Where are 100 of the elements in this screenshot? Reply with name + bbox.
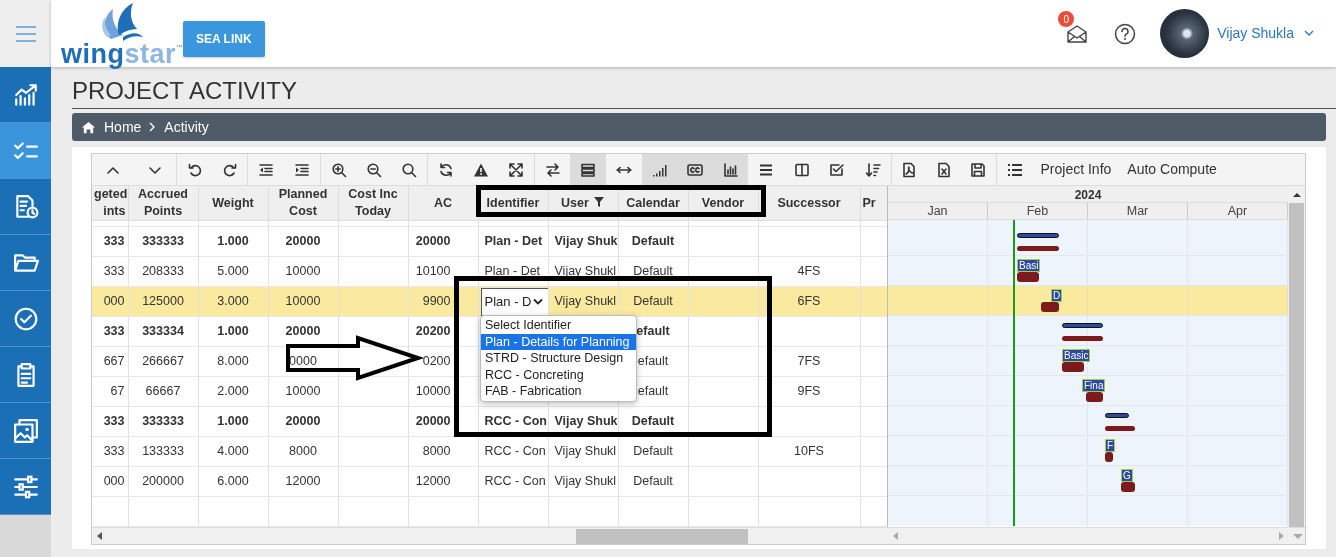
column-header[interactable]: Cost Inc Today xyxy=(338,186,408,221)
column-header[interactable]: User xyxy=(561,195,589,210)
summary-bar xyxy=(1017,233,1059,238)
page-title: PROJECT ACTIVITY xyxy=(72,76,1336,109)
table-cell: 6.000 xyxy=(198,466,268,497)
table-cell: 5.000 xyxy=(198,256,268,287)
toolbar-button[interactable]: Auto Compute xyxy=(1119,154,1225,185)
breadcrumb-link[interactable]: Activity xyxy=(164,116,209,138)
table-cell: 1.000 xyxy=(198,406,268,437)
task-bar[interactable]: Basic xyxy=(1062,349,1091,362)
baseline-bar xyxy=(1105,426,1135,431)
outdent-icon xyxy=(258,161,274,178)
table-cell: 10000 xyxy=(268,376,338,407)
table-cell: 1.000 xyxy=(198,226,268,257)
column-header[interactable]: geted ints xyxy=(92,186,128,221)
table-cell: 20000 xyxy=(408,226,478,257)
sidebar-item[interactable] xyxy=(0,459,51,515)
table-cell: 10100 xyxy=(408,256,478,287)
table-cell: 125000 xyxy=(128,286,198,317)
table-cell: 000 xyxy=(92,466,128,497)
month-label: Feb xyxy=(988,203,1088,219)
home-icon[interactable] xyxy=(81,119,96,135)
task-bar[interactable]: D xyxy=(1051,289,1063,302)
mail-icon[interactable] xyxy=(1066,23,1089,44)
sidebar-item[interactable] xyxy=(0,347,51,403)
table-cell: 200000 xyxy=(128,466,198,497)
notification-badge: 0 xyxy=(1058,11,1075,27)
toolbar-button[interactable]: Project Info xyxy=(1032,154,1120,185)
table-cell: Default xyxy=(618,436,688,467)
task-bar[interactable]: G xyxy=(1121,469,1133,482)
scrollbar-thumb[interactable] xyxy=(1289,203,1304,527)
scrollbar-thumb[interactable] xyxy=(576,529,748,544)
user-name[interactable]: Vijay Shukla xyxy=(1217,23,1294,44)
table-row[interactable]: 333 333333 1.000 20000 20000 RCC - Con Vijay Shuk Default xyxy=(92,406,887,437)
caret-icon[interactable] xyxy=(1304,30,1314,37)
logo-text: wingstar$^{™}$ xyxy=(61,41,184,68)
summary-bar xyxy=(1105,413,1129,418)
table-row[interactable]: 000 125000 3.000 10000 9900 Plan - D Vijay Shukl Default 6FS xyxy=(92,286,887,317)
avatar[interactable] xyxy=(1160,9,1210,58)
table-cell: Default xyxy=(618,406,688,437)
filter-icon[interactable] xyxy=(592,195,605,208)
table-cell: Vijay Shukl xyxy=(548,436,618,467)
bar-chart-icon xyxy=(722,161,739,178)
dropdown-option[interactable]: Plan - Details for Planning xyxy=(481,333,636,350)
column-header[interactable]: Planned Cost xyxy=(268,186,338,221)
table-cell: 20000 xyxy=(268,406,338,437)
task-bar[interactable]: Basi xyxy=(1017,259,1041,272)
table-cell: 2.000 xyxy=(198,376,268,407)
check-circle-icon xyxy=(12,305,39,332)
table-row[interactable]: 333 333333 1.000 20000 20000 Plan - Det Vijay Shuk Default xyxy=(92,226,887,257)
table-row[interactable]: 000 200000 6.000 12000 12000 RCC - Con Vijay Shukl Default xyxy=(92,466,887,497)
table-cell: 8.000 xyxy=(198,346,268,377)
identifier-select[interactable]: Plan - D xyxy=(480,287,549,316)
zoom-out-icon xyxy=(365,161,382,178)
table-cell: Default xyxy=(618,286,688,317)
baseline-bar xyxy=(1062,336,1103,341)
help-icon[interactable] xyxy=(1114,22,1137,45)
table-cell: 333 xyxy=(92,406,128,437)
toolbar-button[interactable] xyxy=(641,154,678,185)
table-cell: 266667 xyxy=(128,346,198,377)
sidebar-item[interactable] xyxy=(0,403,51,459)
table-cell: 208333 xyxy=(128,256,198,287)
task-bar[interactable]: F xyxy=(1105,439,1116,452)
month-label: Mar xyxy=(1088,203,1188,219)
scroll-left-icon[interactable] xyxy=(97,532,102,540)
table-cell: 4.000 xyxy=(198,436,268,467)
sort-icon xyxy=(864,161,881,178)
column-header[interactable]: Pr xyxy=(860,186,887,221)
column-header[interactable]: Accrued Points xyxy=(128,186,198,221)
scroll-up-icon[interactable] xyxy=(1291,191,1302,199)
toolbar-button[interactable] xyxy=(570,154,606,185)
swap-icon xyxy=(544,161,561,178)
table-row[interactable]: 333 133333 4.000 8000 8000 RCC - Con Vijay Shukl Default 10FS xyxy=(92,436,887,467)
zoom-in-icon xyxy=(330,161,347,178)
list-icon xyxy=(1006,161,1023,178)
table-cell: 12000 xyxy=(408,466,478,497)
chevron-down-icon xyxy=(533,298,544,305)
toolbar-button[interactable] xyxy=(712,154,749,185)
month-label: Jan xyxy=(888,203,988,219)
column-header[interactable]: Successor xyxy=(758,186,860,221)
baseline-bar xyxy=(1062,362,1084,372)
sidebar-item[interactable] xyxy=(0,67,51,123)
baseline-bar xyxy=(1121,482,1135,492)
table-cell: 333334 xyxy=(128,316,198,347)
table-cell: 7FS xyxy=(758,346,860,377)
sidebar-item[interactable] xyxy=(0,179,51,235)
table-cell: 20200 xyxy=(408,316,478,347)
undo-icon xyxy=(186,161,203,178)
sidebar-item[interactable] xyxy=(0,123,51,179)
column-header[interactable]: AC xyxy=(408,186,478,221)
redo-icon xyxy=(221,161,238,178)
chart-icon xyxy=(12,81,39,108)
sidebar-item[interactable] xyxy=(0,291,51,347)
breadcrumb-link[interactable]: Home xyxy=(104,116,142,138)
task-bar[interactable]: Fina xyxy=(1082,379,1106,392)
baseline-bar xyxy=(1105,452,1113,462)
column-header[interactable]: Weight xyxy=(198,186,268,221)
search-icon xyxy=(401,161,418,178)
table-cell: 333 xyxy=(92,316,128,347)
sidebar-item[interactable] xyxy=(0,235,51,291)
